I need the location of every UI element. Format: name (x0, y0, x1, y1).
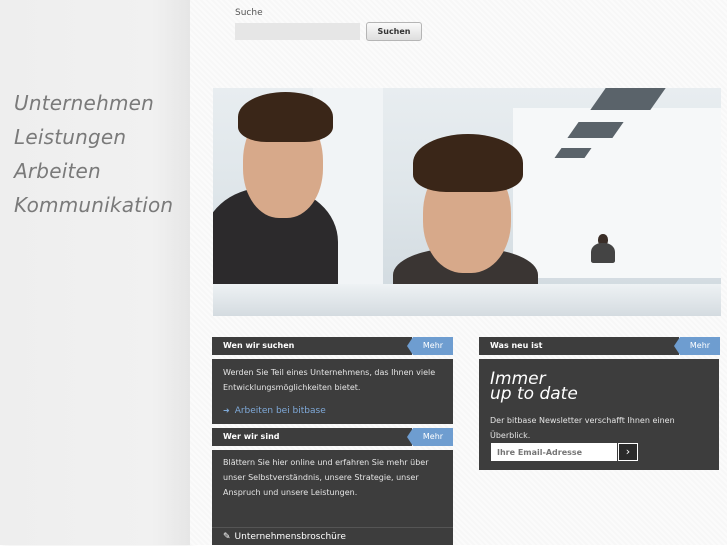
more-button-wer-wir-sind[interactable]: Mehr (407, 428, 453, 446)
newsletter-text: Der bitbase Newsletter verschafft Ihnen … (490, 416, 675, 440)
more-button-wen-wir-suchen[interactable]: Mehr (407, 337, 453, 355)
email-field[interactable] (491, 443, 617, 461)
brochure-link[interactable]: ✎ Unternehmensbroschüre (212, 527, 453, 545)
link-arbeiten-bei-bitbase[interactable]: ➜ Arbeiten bei bitbase (223, 403, 442, 419)
arrow-right-icon: ➜ (223, 406, 230, 415)
main-nav: Unternehmen Leistungen Arbeiten Kommunik… (14, 86, 173, 222)
slogan-line-2: up to date (490, 384, 578, 404)
box-body-wen-wir-suchen: Werden Sie Teil eines Unternehmens, das … (212, 359, 453, 424)
nav-item-arbeiten[interactable]: Arbeiten (14, 154, 173, 188)
hero-image (213, 88, 721, 316)
box-title-was-neu-ist: Was neu ist (479, 337, 679, 355)
document-edit-icon: ✎ (223, 532, 231, 542)
box-title-wer-wir-sind: Wer wir sind (212, 428, 412, 446)
chevron-right-icon[interactable]: › (618, 443, 638, 461)
box-text-wer-wir-sind: Blättern Sie hier online und erfahren Si… (223, 458, 429, 497)
search-input[interactable] (235, 23, 360, 40)
nav-item-unternehmen[interactable]: Unternehmen (14, 86, 173, 120)
search-button[interactable]: Suchen (366, 22, 422, 41)
more-button-was-neu-ist[interactable]: Mehr (674, 337, 720, 355)
box-body-wer-wir-sind: Blättern Sie hier online und erfahren Si… (212, 450, 453, 527)
link-label: Arbeiten bei bitbase (234, 406, 326, 416)
search-label: Suche (235, 8, 263, 18)
nav-item-kommunikation[interactable]: Kommunikation (14, 188, 173, 222)
box-text-wen-wir-suchen: Werden Sie Teil eines Unternehmens, das … (223, 368, 436, 392)
sidebar: Unternehmen Leistungen Arbeiten Kommunik… (0, 0, 190, 545)
nav-item-leistungen[interactable]: Leistungen (14, 120, 173, 154)
box-title-wen-wir-suchen: Wen wir suchen (212, 337, 412, 355)
brochure-label: Unternehmensbroschüre (234, 532, 346, 542)
